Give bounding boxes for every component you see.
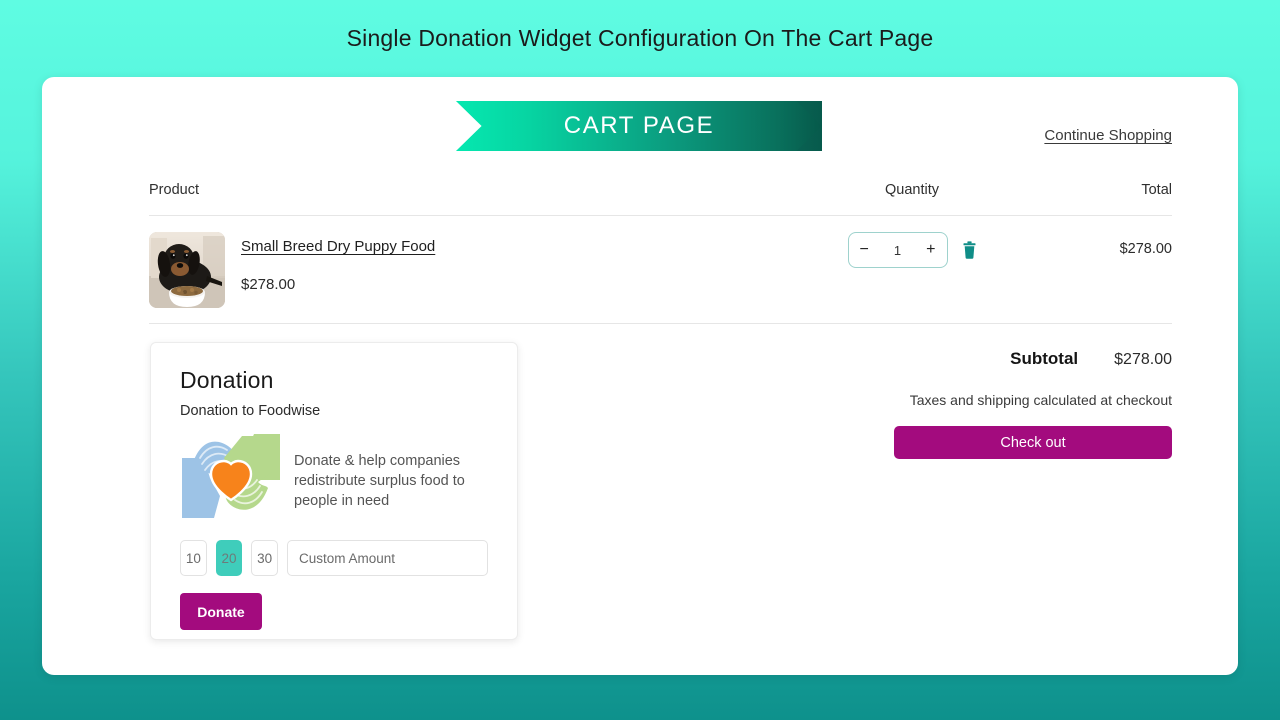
product-unit-price: $278.00	[241, 276, 296, 293]
product-name-link[interactable]: Small Breed Dry Puppy Food	[241, 238, 435, 255]
donation-amount-options: 10 20 30	[180, 540, 489, 576]
hands-holding-heart-icon	[182, 434, 280, 518]
donation-title: Donation	[180, 367, 274, 393]
donation-logo	[180, 432, 282, 520]
ribbon-inner: CART PAGE	[456, 101, 822, 151]
subtotal-label: Subtotal	[1010, 349, 1079, 368]
donation-amount-20[interactable]: 20	[215, 540, 243, 576]
product-thumbnail[interactable]	[149, 232, 225, 308]
table-header-divider	[149, 215, 1172, 216]
donation-widget: Donation Donation to Foodwise Donate & h…	[150, 342, 518, 640]
ribbon-label: CART PAGE	[563, 112, 715, 139]
table-row: Small Breed Dry Puppy Food $278.00 − 1 +…	[149, 232, 1172, 317]
quantity-decrease-button[interactable]: −	[858, 242, 871, 258]
ribbon-shape: CART PAGE	[456, 101, 822, 151]
order-summary: Subtotal $278.00 Taxes and shipping calc…	[894, 349, 1172, 459]
donation-description: Donate & help companies redistribute sur…	[294, 453, 465, 509]
product-row-divider	[149, 323, 1172, 324]
column-header-total: Total	[1141, 182, 1172, 198]
donation-amount-30[interactable]: 30	[251, 540, 279, 576]
column-header-quantity: Quantity	[885, 182, 939, 198]
line-item-total: $278.00	[1119, 241, 1172, 257]
custom-amount-input[interactable]	[287, 540, 489, 576]
column-header-product: Product	[149, 182, 199, 198]
tax-shipping-note: Taxes and shipping calculated at checkou…	[909, 392, 1172, 408]
product-cell: Small Breed Dry Puppy Food $278.00	[149, 232, 782, 308]
donation-amount-10[interactable]: 10	[180, 540, 207, 576]
puppy-eating-from-bowl-image	[149, 232, 225, 308]
cart-table-header: Product Quantity Total	[149, 182, 1172, 216]
continue-shopping-link[interactable]: Continue Shopping	[1044, 127, 1172, 144]
subtotal-value: $278.00	[1114, 351, 1172, 368]
quantity-increase-button[interactable]: +	[924, 242, 937, 258]
donation-body: Donate & help companies redistribute sur…	[180, 432, 488, 520]
page-title: Single Donation Widget Configuration On …	[346, 25, 934, 51]
donation-subtitle: Donation to Foodwise	[180, 403, 321, 419]
checkout-button[interactable]: Check out	[894, 426, 1172, 459]
cart-card: CART PAGE Continue Shopping Product Quan…	[42, 77, 1238, 675]
trash-icon	[963, 241, 975, 259]
quantity-value: 1	[893, 242, 902, 258]
donate-button[interactable]: Donate	[180, 593, 262, 630]
quantity-stepper[interactable]: − 1 +	[847, 232, 948, 268]
product-info: Small Breed Dry Puppy Food $278.00	[241, 232, 435, 293]
quantity-cell: − 1 +	[782, 232, 1042, 268]
subtotal-row: Subtotal $278.00	[894, 349, 1172, 369]
cart-page-ribbon: CART PAGE	[456, 101, 822, 151]
remove-item-button[interactable]	[962, 241, 977, 259]
